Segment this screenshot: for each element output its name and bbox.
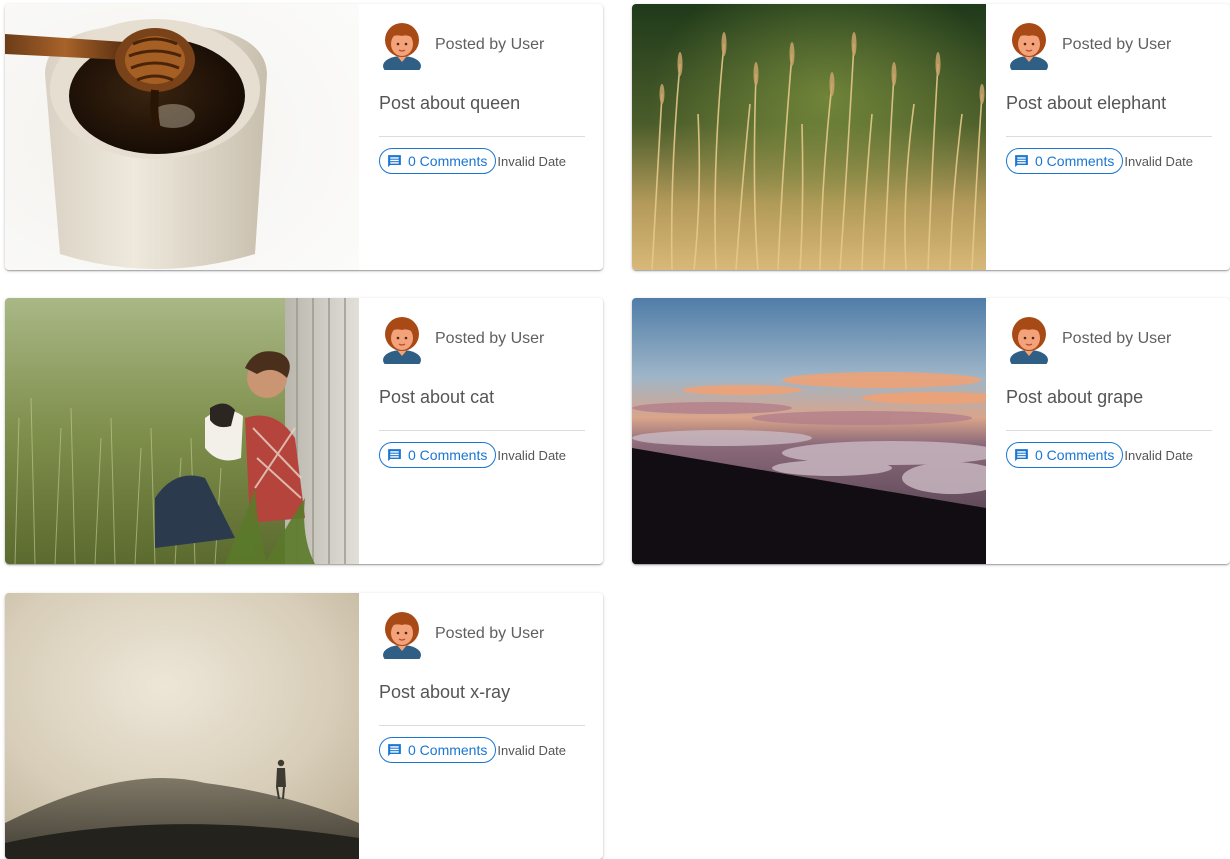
posted-by-label: Posted by User [435,625,545,642]
comments-count: 0 Comments [1035,153,1115,169]
user-avatar-icon [383,23,421,70]
foggy-hill-photo [5,593,359,859]
post-image[interactable] [632,298,986,564]
posted-by-label: Posted by User [1062,36,1172,53]
post-author: Posted by User [381,22,544,70]
comment-icon [388,448,401,461]
post-image[interactable] [632,4,986,270]
user-avatar-icon [1010,23,1048,70]
post-card: Posted by User Post about cat 0 Comments… [5,298,603,564]
comments-count: 0 Comments [1035,447,1115,463]
post-date: Invalid Date [497,742,567,758]
post-content: Posted by User Post about x-ray 0 Commen… [359,593,603,859]
post-card: Posted by User Post about queen 0 Commen… [5,4,603,270]
posted-by-label: Posted by User [435,36,545,53]
comments-button[interactable]: 0 Comments [1006,148,1124,174]
post-author: Posted by User [1008,22,1171,70]
man-with-dog-photo [5,298,359,564]
post-author: Posted by User [381,316,544,364]
divider [379,136,585,137]
comments-button[interactable]: 0 Comments [379,148,497,174]
post-grid: Posted by User Post about queen 0 Commen… [0,0,1230,859]
comments-count: 0 Comments [408,153,488,169]
post-date: Invalid Date [497,447,567,463]
post-date: Invalid Date [1124,447,1194,463]
divider [379,725,585,726]
user-avatar-icon [383,612,421,659]
post-content: Posted by User Post about cat 0 Comments… [359,298,603,564]
post-content: Posted by User Post about grape 0 Commen… [986,298,1230,564]
post-content: Posted by User Post about queen 0 Commen… [359,4,603,270]
post-title: Post about elephant [1006,93,1167,113]
comments-button[interactable]: 0 Comments [379,442,497,468]
post-title: Post about grape [1006,387,1144,407]
post-actions: 0 Comments Invalid Date [379,148,566,174]
post-title: Post about queen [379,93,521,113]
comment-icon [388,154,401,167]
post-card: Posted by User Post about x-ray 0 Commen… [5,593,603,859]
comment-icon [1015,154,1028,167]
user-avatar-icon [1010,317,1048,364]
post-title: Post about cat [379,387,495,407]
post-image[interactable] [5,298,359,564]
comment-icon [388,743,401,756]
post-actions: 0 Comments Invalid Date [1006,442,1193,468]
posted-by-label: Posted by User [435,330,545,347]
post-actions: 0 Comments Invalid Date [1006,148,1193,174]
comment-icon [1015,448,1028,461]
posted-by-label: Posted by User [1062,330,1172,347]
user-avatar-icon [383,317,421,364]
post-card: Posted by User Post about grape 0 Commen… [632,298,1230,564]
post-actions: 0 Comments Invalid Date [379,737,566,763]
post-author: Posted by User [381,611,544,659]
comments-button[interactable]: 0 Comments [1006,442,1124,468]
post-title: Post about x-ray [379,682,511,702]
grass-field-photo [632,4,986,270]
divider [1006,136,1212,137]
divider [379,430,585,431]
post-image[interactable] [5,593,359,859]
sunset-clouds-photo [632,298,986,564]
post-date: Invalid Date [497,153,567,169]
post-content: Posted by User Post about elephant 0 Com… [986,4,1230,270]
post-image[interactable] [5,4,359,270]
post-author: Posted by User [1008,316,1171,364]
divider [1006,430,1212,431]
post-card: Posted by User Post about elephant 0 Com… [632,4,1230,270]
comments-count: 0 Comments [408,742,488,758]
comments-button[interactable]: 0 Comments [379,737,497,763]
post-actions: 0 Comments Invalid Date [379,442,566,468]
honey-jar-photo [5,4,359,270]
comments-count: 0 Comments [408,447,488,463]
post-date: Invalid Date [1124,153,1194,169]
